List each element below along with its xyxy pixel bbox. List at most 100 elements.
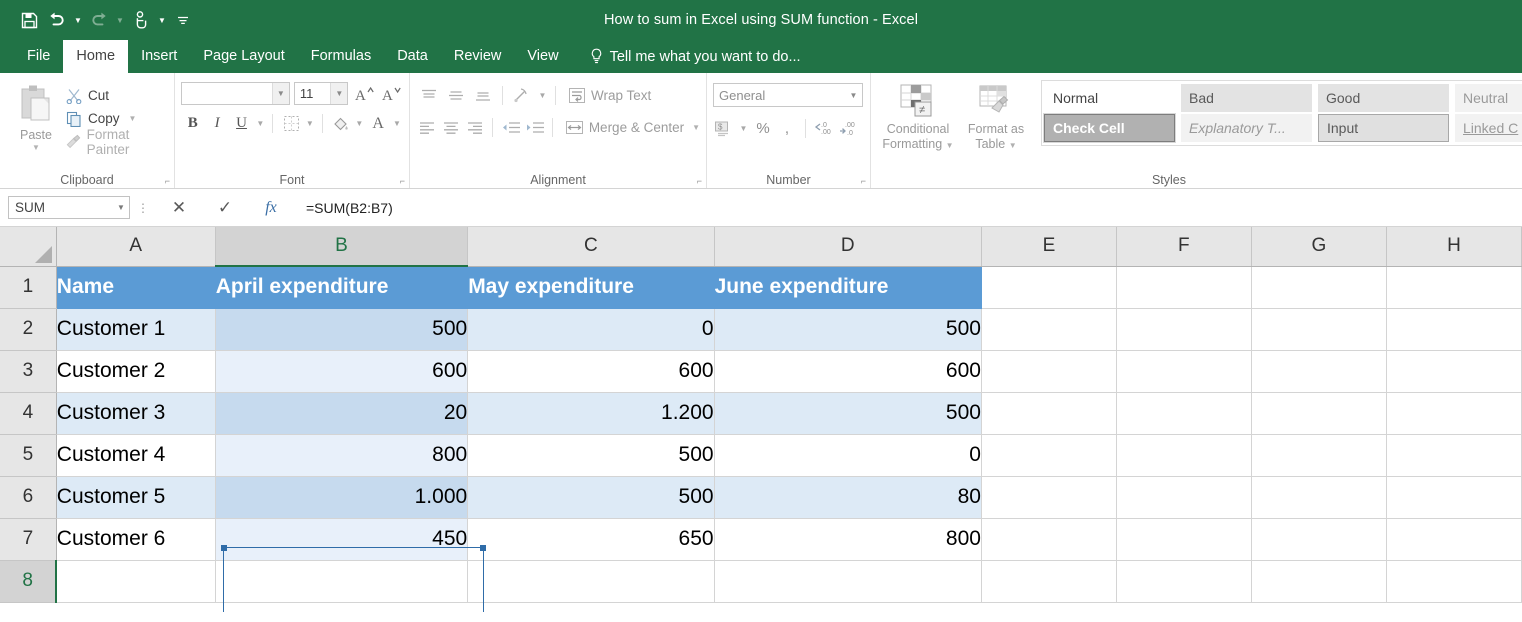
cell-h5[interactable] <box>1386 434 1521 476</box>
wrap-text-button[interactable]: Wrap Text <box>562 87 651 104</box>
conditional-formatting-button[interactable]: ≠ Conditional Formatting ▼ <box>879 78 957 153</box>
cell-c4[interactable]: 1.200 <box>468 392 714 434</box>
format-as-table-button[interactable]: Format as Table ▼ <box>957 78 1035 153</box>
decrease-decimal-button[interactable]: .00 .0 <box>837 115 859 141</box>
cell-f7[interactable] <box>1116 518 1251 560</box>
cell-c1[interactable]: May expenditure <box>468 266 714 308</box>
cell-b1[interactable]: April expenditure <box>215 266 467 308</box>
formula-input[interactable]: =SUM(B2:B7) <box>300 196 1522 220</box>
cell-h7[interactable] <box>1386 518 1521 560</box>
percent-style-button[interactable]: % <box>752 115 774 141</box>
tab-review[interactable]: Review <box>441 40 515 73</box>
cell-a6[interactable]: Customer 5 <box>56 476 215 518</box>
merge-center-button[interactable]: Merge & Center ▼ <box>559 119 700 136</box>
underline-dropdown-icon[interactable]: ▼ <box>254 111 266 136</box>
tab-view[interactable]: View <box>514 40 571 73</box>
cell-d5[interactable]: 0 <box>714 434 981 476</box>
cancel-formula-button[interactable]: ✕ <box>156 196 202 220</box>
row-header-8[interactable]: 8 <box>0 560 56 602</box>
cell-e8[interactable] <box>981 560 1116 602</box>
cell-h6[interactable] <box>1386 476 1521 518</box>
cell-f1[interactable] <box>1116 266 1251 308</box>
row-header-1[interactable]: 1 <box>0 266 56 308</box>
column-header-f[interactable]: F <box>1116 227 1251 266</box>
font-size-dropdown-icon[interactable]: ▼ <box>330 83 347 104</box>
row-header-5[interactable]: 5 <box>0 434 56 476</box>
column-header-h[interactable]: H <box>1386 227 1521 266</box>
number-format-combo[interactable]: General ▼ <box>713 83 863 107</box>
style-input[interactable]: Input <box>1318 114 1449 142</box>
orientation-dropdown-icon[interactable]: ▼ <box>536 83 549 108</box>
cell-f4[interactable] <box>1116 392 1251 434</box>
style-bad[interactable]: Bad <box>1181 84 1312 112</box>
cell-e4[interactable] <box>981 392 1116 434</box>
style-normal[interactable]: Normal <box>1044 84 1175 112</box>
cell-b8[interactable] <box>215 560 467 602</box>
cell-a4[interactable]: Customer 3 <box>56 392 215 434</box>
cell-d3[interactable]: 600 <box>714 350 981 392</box>
copy-dropdown-icon[interactable]: ▼ <box>129 114 137 123</box>
increase-font-size-button[interactable]: A <box>352 82 375 105</box>
comma-style-button[interactable]: , <box>776 115 798 141</box>
cell-c6[interactable]: 500 <box>468 476 714 518</box>
increase-decimal-button[interactable]: .0 .00 <box>813 115 835 141</box>
decrease-font-size-button[interactable]: A <box>380 82 403 105</box>
row-header-4[interactable]: 4 <box>0 392 56 434</box>
bold-button[interactable]: B <box>181 111 204 136</box>
align-bottom-button[interactable] <box>470 83 496 108</box>
cell-e7[interactable] <box>981 518 1116 560</box>
font-name-dropdown-icon[interactable]: ▼ <box>272 83 289 104</box>
align-middle-button[interactable] <box>443 83 469 108</box>
cell-g3[interactable] <box>1251 350 1386 392</box>
cell-c8[interactable] <box>468 560 714 602</box>
cell-e1[interactable] <box>981 266 1116 308</box>
cell-e2[interactable] <box>981 308 1116 350</box>
cell-e5[interactable] <box>981 434 1116 476</box>
font-name-combo[interactable]: ▼ <box>181 82 290 105</box>
cell-c2[interactable]: 0 <box>468 308 714 350</box>
cell-h8[interactable] <box>1386 560 1521 602</box>
font-dialog-launcher-icon[interactable]: ⌐ <box>400 176 405 186</box>
cell-g1[interactable] <box>1251 266 1386 308</box>
row-header-7[interactable]: 7 <box>0 518 56 560</box>
cell-e6[interactable] <box>981 476 1116 518</box>
format-painter-button[interactable]: Format Painter <box>66 130 168 153</box>
cell-b6[interactable]: 1.000 <box>215 476 467 518</box>
cell-f5[interactable] <box>1116 434 1251 476</box>
style-good[interactable]: Good <box>1318 84 1449 112</box>
tab-home[interactable]: Home <box>63 40 128 73</box>
cell-d4[interactable]: 500 <box>714 392 981 434</box>
tab-insert[interactable]: Insert <box>128 40 190 73</box>
style-neutral[interactable]: Neutral <box>1455 84 1522 112</box>
cell-a3[interactable]: Customer 2 <box>56 350 215 392</box>
fill-color-dropdown-icon[interactable]: ▼ <box>353 111 365 136</box>
italic-button[interactable]: I <box>205 111 228 136</box>
cell-h1[interactable] <box>1386 266 1521 308</box>
cell-g7[interactable] <box>1251 518 1386 560</box>
cell-d7[interactable]: 800 <box>714 518 981 560</box>
decrease-indent-button[interactable] <box>499 115 522 140</box>
row-header-2[interactable]: 2 <box>0 308 56 350</box>
fill-color-button[interactable] <box>329 111 352 136</box>
cell-b4[interactable]: 20 <box>215 392 467 434</box>
borders-dropdown-icon[interactable]: ▼ <box>304 111 316 136</box>
cell-c7[interactable]: 650 <box>468 518 714 560</box>
name-box[interactable]: SUM ▼ <box>8 196 130 219</box>
cell-f6[interactable] <box>1116 476 1251 518</box>
cell-g2[interactable] <box>1251 308 1386 350</box>
enter-formula-button[interactable]: ✓ <box>202 196 248 220</box>
cell-a5[interactable]: Customer 4 <box>56 434 215 476</box>
cell-c5[interactable]: 500 <box>468 434 714 476</box>
cut-button[interactable]: Cut <box>66 84 168 107</box>
tab-formulas[interactable]: Formulas <box>298 40 384 73</box>
row-header-3[interactable]: 3 <box>0 350 56 392</box>
conditional-formatting-dropdown-icon[interactable]: ▼ <box>946 141 954 150</box>
tell-me-search[interactable]: Tell me what you want to do... <box>572 40 801 73</box>
column-header-d[interactable]: D <box>714 227 981 266</box>
insert-function-button[interactable]: fx <box>248 196 294 220</box>
number-format-dropdown-icon[interactable]: ▼ <box>845 85 862 106</box>
cell-a8[interactable] <box>56 560 215 602</box>
style-explanatory-text[interactable]: Explanatory T... <box>1181 114 1312 142</box>
cell-b7[interactable]: 450 <box>215 518 467 560</box>
alignment-dialog-launcher-icon[interactable]: ⌐ <box>697 176 702 186</box>
